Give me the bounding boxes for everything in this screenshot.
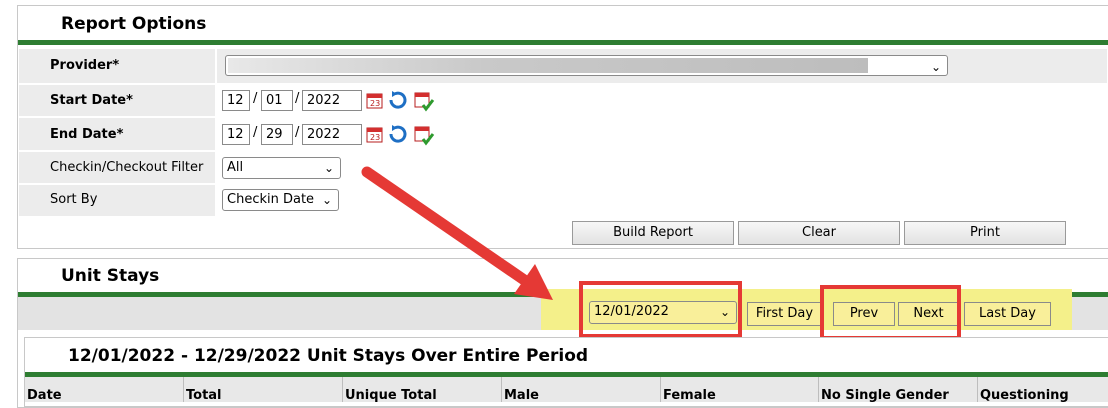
end-day-input[interactable]: 29 [261,124,293,145]
checkin-filter-value: All [227,160,244,175]
start-date-label: Start Date* [50,93,133,108]
end-month-input[interactable]: 12 [222,124,250,145]
end-year-input[interactable]: 2022 [302,124,362,145]
checkin-filter-label: Checkin/Checkout Filter [50,160,204,175]
column-divider [342,377,343,402]
column-header-unique-total[interactable]: Unique Total [345,388,437,403]
unit-stays-title: Unit Stays [61,266,160,286]
start-year-input[interactable]: 2022 [302,90,362,111]
column-header-total[interactable]: Total [186,388,222,403]
column-header-date[interactable]: Date [27,388,62,403]
date-separator: / [295,125,300,140]
calendar-check-icon[interactable] [413,90,435,112]
annotation-box-date [579,281,742,338]
column-header-questioning[interactable]: Questioning [980,388,1069,403]
column-divider [501,377,502,402]
calendar-check-icon[interactable] [413,124,435,146]
start-month-input[interactable]: 12 [222,90,250,111]
report-options-divider [18,40,1108,45]
calendar-icon[interactable]: 23 [365,90,385,110]
column-divider [660,377,661,402]
sort-by-select[interactable]: Checkin Date ⌄ [222,189,339,211]
annotation-arrow [361,166,553,300]
column-divider [818,377,819,402]
build-report-button[interactable]: Build Report [572,221,734,245]
print-button[interactable]: Print [904,221,1066,245]
column-divider [183,377,184,402]
chevron-down-icon: ⌄ [323,161,334,175]
report-options-title: Report Options [61,14,207,34]
provider-redacted-value [228,58,868,73]
column-header-no-single-gender[interactable]: No Single Gender [821,388,949,403]
refresh-icon[interactable] [387,89,409,111]
sort-by-value: Checkin Date [227,192,315,207]
column-header-female[interactable]: Female [663,388,716,403]
sort-by-label: Sort By [50,192,98,207]
calendar-icon[interactable]: 23 [365,124,385,144]
refresh-icon[interactable] [387,123,409,145]
svg-text:23: 23 [370,133,380,142]
chevron-down-icon: ⌄ [321,193,332,207]
provider-select[interactable]: ⌄ [225,55,948,76]
chevron-down-icon: ⌄ [930,60,941,74]
date-separator: / [253,91,258,106]
start-day-input[interactable]: 01 [261,90,293,111]
checkin-filter-select[interactable]: All ⌄ [222,157,341,179]
last-day-button[interactable]: Last Day [964,302,1051,326]
column-divider [977,377,978,402]
date-separator: / [253,125,258,140]
end-date-label: End Date* [50,127,124,142]
report-period-title: 12/01/2022 - 12/29/2022 Unit Stays Over … [68,346,589,366]
date-separator: / [295,91,300,106]
annotation-box-nav [820,285,961,340]
column-header-male[interactable]: Male [504,388,539,403]
sort-by-label-cell [19,185,215,216]
clear-button[interactable]: Clear [738,221,900,245]
first-day-button[interactable]: First Day [747,302,822,326]
svg-text:23: 23 [370,99,380,108]
provider-label: Provider* [50,58,120,73]
